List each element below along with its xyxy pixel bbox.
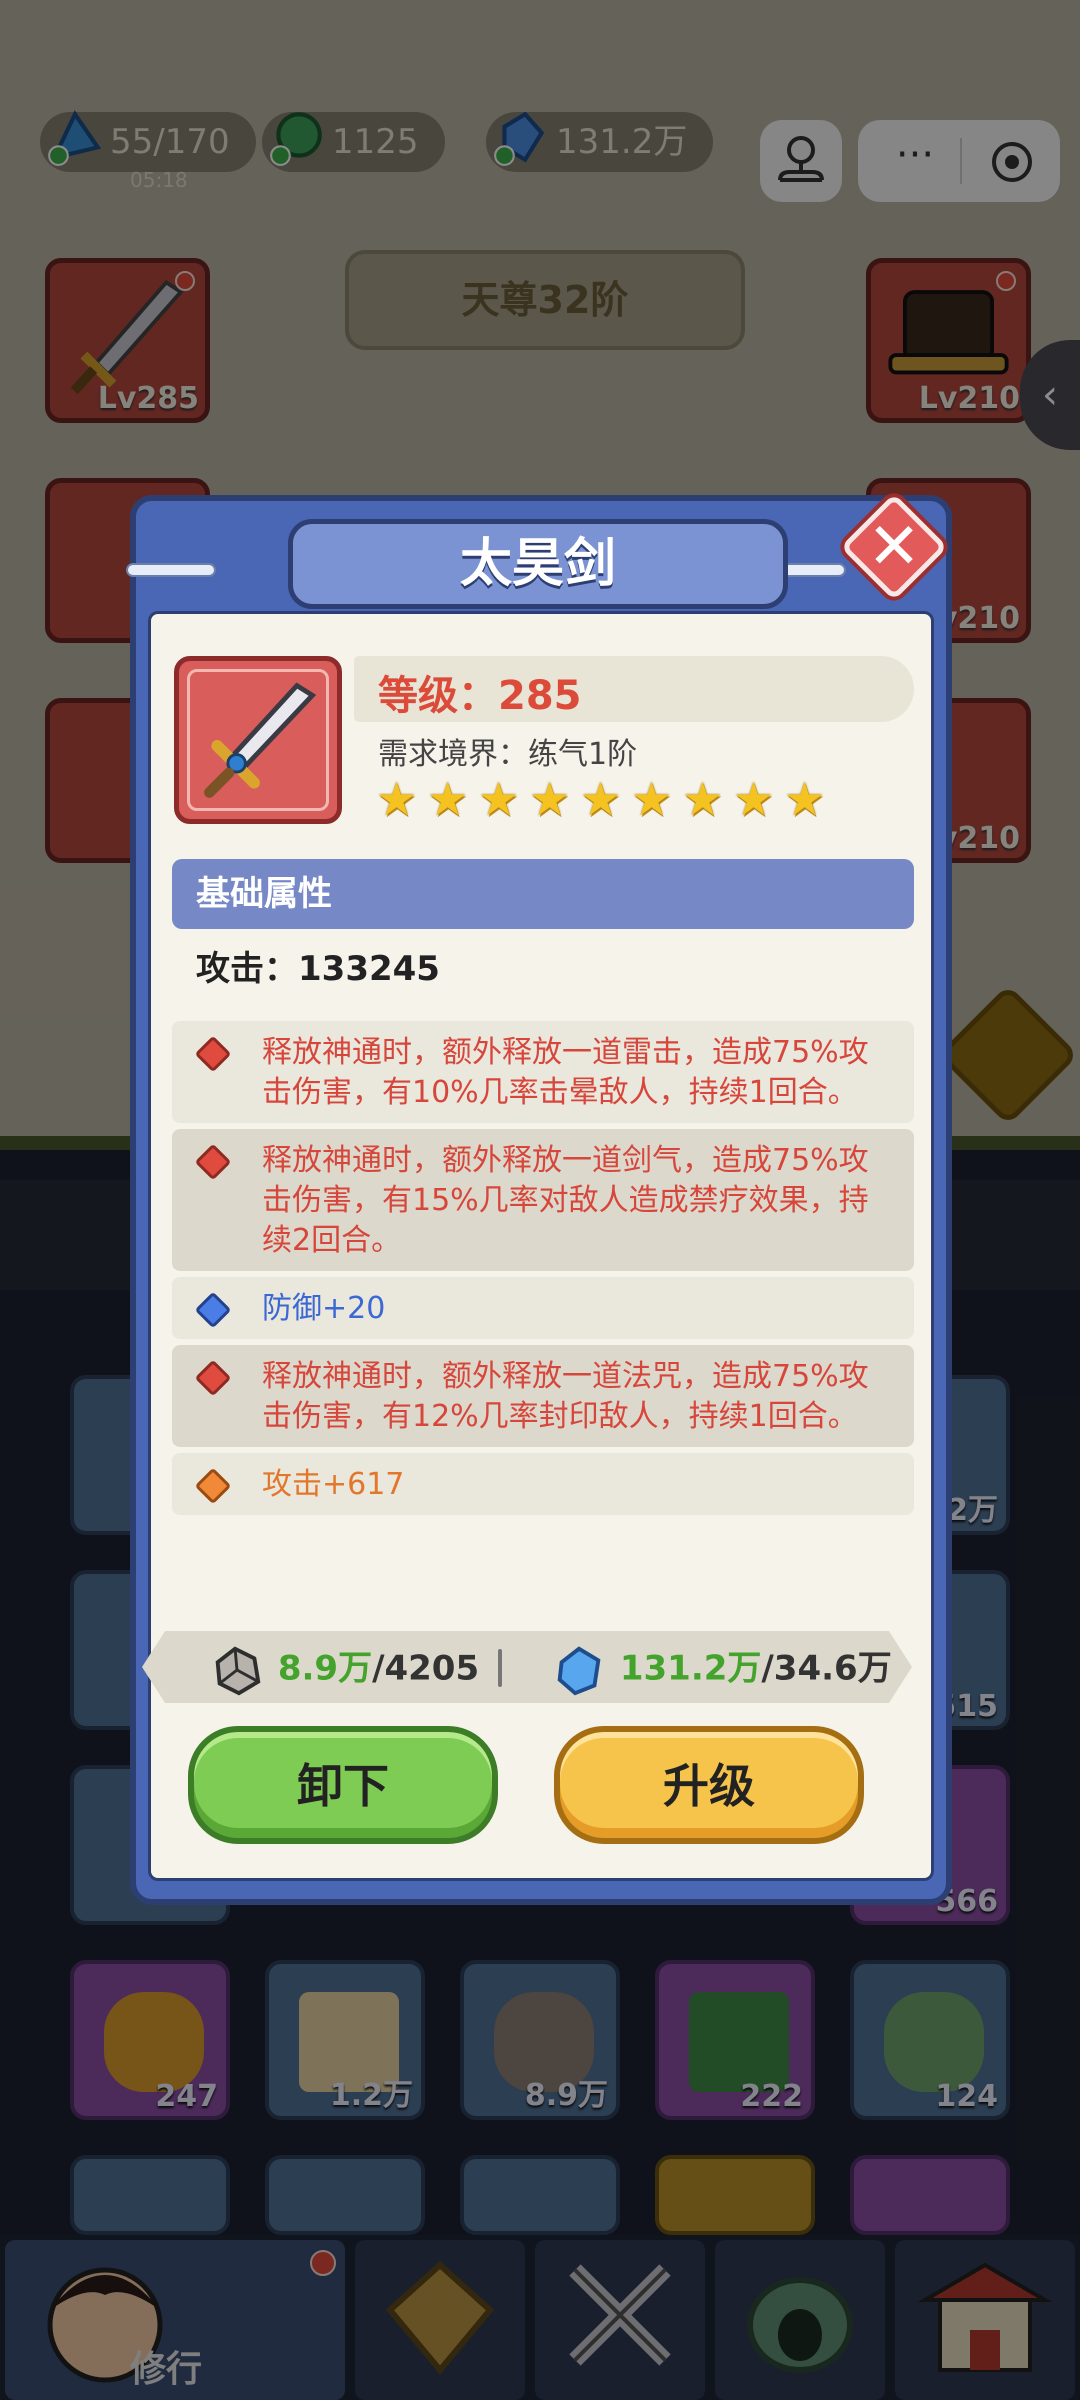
star-icon: ★ [478, 772, 520, 826]
attribute-text: 释放神通时，额外释放一道雷击，造成75%攻击伤害，有10%几率击晕敌人，持续1回… [262, 1035, 869, 1110]
red-gem-icon [194, 1035, 232, 1073]
unequip-button[interactable]: 卸下 [188, 1726, 498, 1844]
red-gem-icon [194, 1143, 232, 1181]
star-icon: ★ [580, 772, 622, 826]
blue-gem-icon [194, 1291, 232, 1329]
attribute-text: 攻击+617 [262, 1467, 405, 1502]
item-icon-inner [187, 669, 329, 811]
attribute-row: 释放神通时，额外释放一道剑气，造成75%攻击伤害，有15%几率对敌人造成禁疗效果… [172, 1129, 914, 1271]
close-button[interactable]: ✕ [840, 493, 948, 601]
upgrade-button[interactable]: 升级 [554, 1726, 864, 1844]
orange-gem-icon [194, 1467, 232, 1505]
star-icon: ★ [376, 772, 418, 826]
attribute-row: 攻击+617 [172, 1453, 914, 1515]
attribute-text: 释放神通时，额外释放一道剑气，造成75%攻击伤害，有15%几率对敌人造成禁疗效果… [262, 1143, 869, 1258]
crystal-required: /34.6万 [761, 1648, 892, 1689]
attribute-text: 防御+20 [262, 1291, 386, 1326]
star-icon: ★ [682, 772, 724, 826]
attribute-row: 防御+20 [172, 1277, 914, 1339]
attribute-row: 释放神通时，额外释放一道法咒，造成75%攻击伤害，有12%几率封印敌人，持续1回… [172, 1345, 914, 1447]
ore-icon [215, 1646, 261, 1696]
attribute-row: 释放神通时，额外释放一道雷击，造成75%攻击伤害，有10%几率击晕敌人，持续1回… [172, 1021, 914, 1123]
star-icon: ★ [427, 772, 469, 826]
red-gem-icon [194, 1359, 232, 1397]
base-attributes-header: 基础属性 [172, 859, 914, 929]
equipment-detail-dialog: 太昊剑 ✕ 等级：285 需求境界：练气1阶 ★ ★ ★ ★ ★ ★ ★ ★ ★ 基础属性 攻击… [126, 493, 952, 1905]
star-icon: ★ [631, 772, 673, 826]
stone-owned: 8.9万 [277, 1648, 373, 1689]
item-title: 太昊剑 [288, 519, 788, 609]
star-icon: ★ [784, 772, 826, 826]
stone-required: /4205 [372, 1648, 480, 1689]
star-rating: ★ ★ ★ ★ ★ ★ ★ ★ ★ [376, 776, 835, 826]
attribute-text: 释放神通时，额外释放一道法咒，造成75%攻击伤害，有12%几率封印敌人，持续1回… [262, 1359, 869, 1434]
crystal-cost: 131.2万/34.6万 [550, 1641, 892, 1699]
item-icon-frame [174, 656, 342, 824]
title-wing-left [126, 563, 216, 577]
item-level: 等级：285 [378, 673, 582, 719]
cost-divider [498, 1649, 502, 1687]
crystal-icon [557, 1646, 601, 1696]
base-attack: 攻击：133245 [196, 949, 440, 989]
close-icon: ✕ [867, 510, 921, 584]
crystal-owned: 131.2万 [619, 1648, 762, 1689]
star-icon: ★ [733, 772, 775, 826]
stone-cost: 8.9万/4205 [208, 1641, 479, 1699]
sword-icon [204, 682, 317, 798]
attribute-list: 释放神通时，额外释放一道雷击，造成75%攻击伤害，有10%几率击晕敌人，持续1回… [172, 1021, 914, 1521]
game-screen: 55/170 05:18 1125 131.2万 ··· 天尊32阶 Lv285… [0, 0, 1080, 2400]
realm-requirement: 需求境界：练气1阶 [378, 737, 638, 772]
star-icon: ★ [529, 772, 571, 826]
